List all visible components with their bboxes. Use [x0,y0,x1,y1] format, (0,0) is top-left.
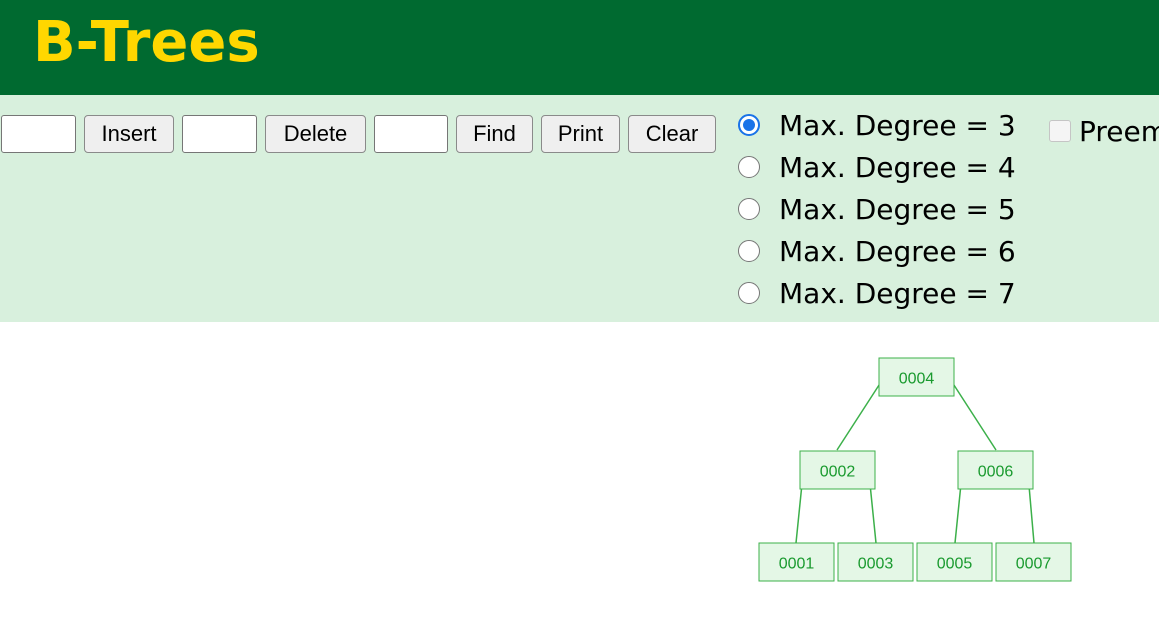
node-key: 0002 [820,464,856,481]
node-key: 0006 [978,464,1014,481]
tree-node-leaf-3: 0005 [916,542,993,582]
btree-canvas: 0004 0002 0006 0001 0003 0005 0007 [758,357,1072,582]
edge-0004-0006 [951,381,997,451]
tree-node-leaf-4: 0007 [995,542,1072,582]
tree-node-leaf-1: 0001 [758,542,835,582]
tree-node-leaf-2: 0003 [837,542,914,582]
tree-node-level1-right: 0006 [957,450,1034,490]
edge-0004-0002 [836,381,882,451]
node-key: 0007 [1016,556,1052,573]
node-key: 0005 [937,556,973,573]
node-key: 0003 [858,556,894,573]
node-key: 0001 [779,556,815,573]
tree-node-root: 0004 [878,357,955,397]
tree-node-level1-left: 0002 [799,450,876,490]
node-key: 0004 [899,371,935,388]
